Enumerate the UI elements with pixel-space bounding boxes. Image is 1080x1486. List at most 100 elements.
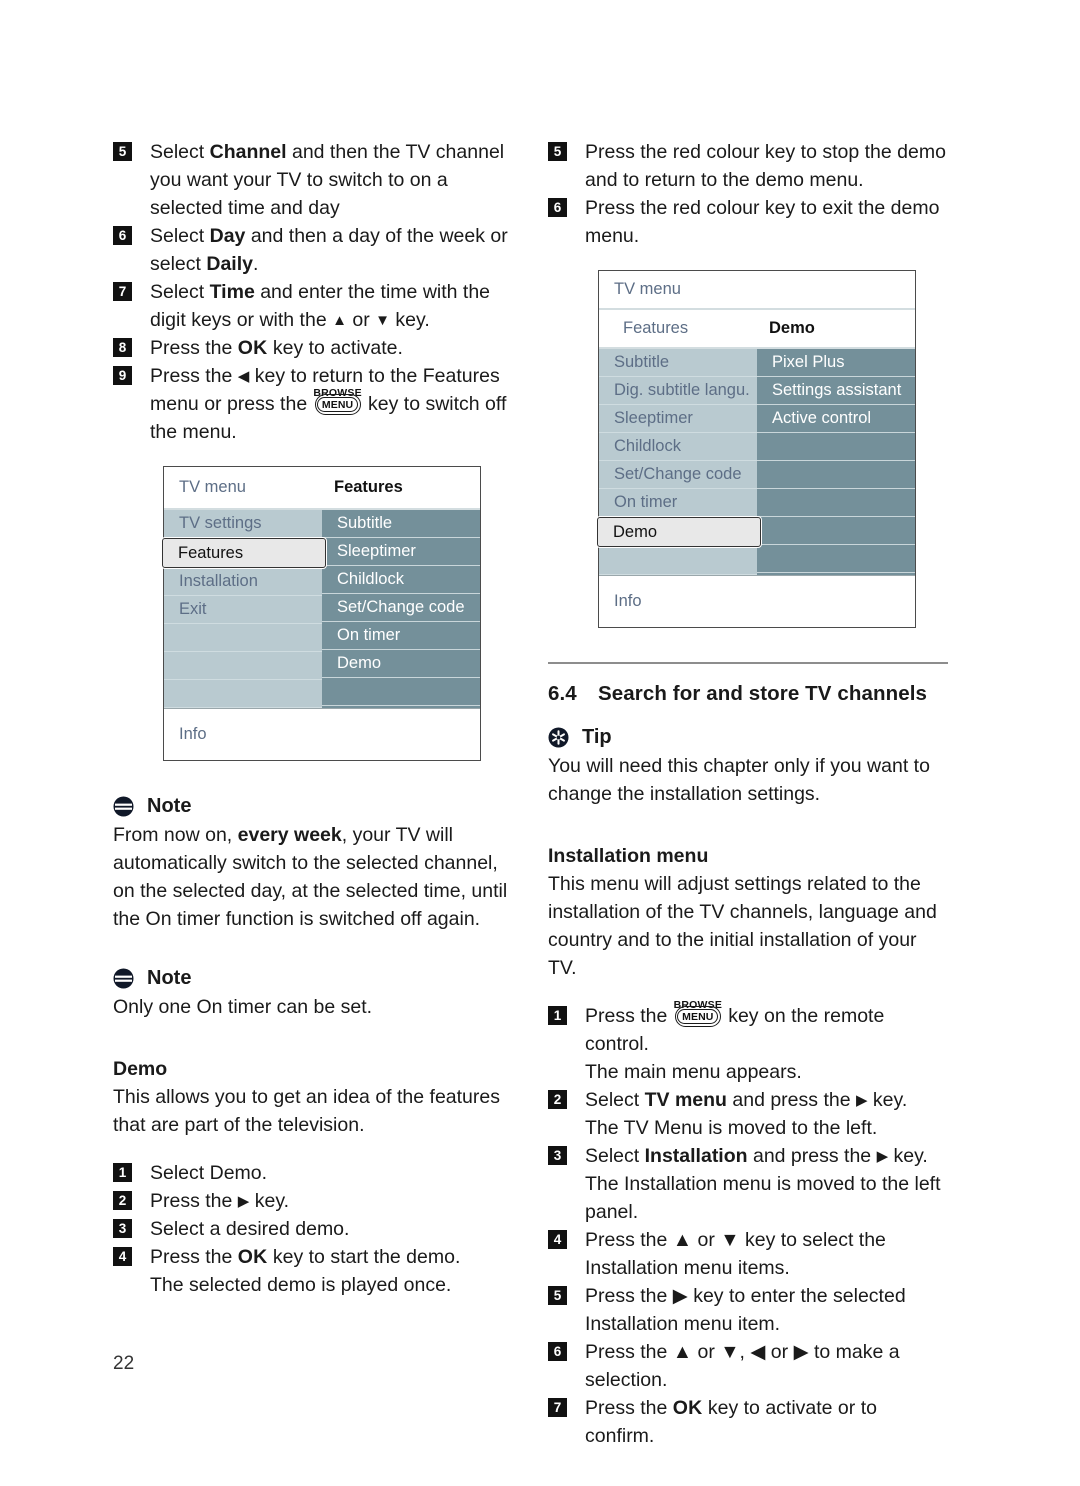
up-arrow-icon: ▲: [332, 312, 347, 329]
step-subtext: selection.: [585, 1369, 668, 1391]
step-text: Press the red colour key to stop the dem…: [585, 141, 946, 191]
tv-menu-item[interactable]: Set/Change code: [322, 594, 480, 622]
step-item: 3 Select a desired demo.: [113, 1215, 513, 1243]
tv-menu-item[interactable]: Subtitle: [322, 510, 480, 538]
tv-menu-item-empty: [757, 545, 915, 573]
step-item: 5 Select Channel and then the TV channel…: [113, 138, 513, 222]
step-number: 3: [113, 1219, 132, 1238]
step-subtext: Installation menu item.: [585, 1313, 781, 1335]
tv-menu-left-panel: TV settings Features Installation Exit: [162, 510, 326, 708]
tip-icon: [548, 727, 569, 748]
section-divider: [548, 662, 948, 664]
emphasis-time: Time: [209, 281, 255, 303]
step-text-pre: Press the: [150, 1246, 238, 1268]
menu-browse-key-icon: BROWSE MENU: [313, 387, 362, 415]
tv-menu-item[interactable]: Demo: [322, 650, 480, 678]
emphasis-tv-menu: TV menu: [644, 1089, 727, 1111]
tv-menu-info-footer: Info: [164, 708, 480, 760]
section-number: 6.4: [548, 682, 577, 705]
step-subtext: Installation menu items.: [585, 1257, 790, 1279]
step-number: 3: [548, 1146, 567, 1165]
down-arrow-icon: ▼: [375, 312, 390, 329]
step-text: Press the ▲ or ▼, ◀ or ▶ to make a: [585, 1341, 900, 1363]
step-subtext: The selected demo is played once.: [150, 1274, 452, 1296]
emphasis-channel: Channel: [209, 141, 287, 163]
step-number: 2: [113, 1191, 132, 1210]
tv-menu-header-top: TV menu: [599, 271, 915, 308]
step-item: 4 Press the ▲ or ▼ key to select the: [548, 1226, 948, 1254]
tv-menu-item-empty: [757, 461, 915, 489]
tv-menu-item-selected[interactable]: Demo: [597, 517, 761, 547]
note-icon: [113, 796, 134, 817]
step-text-post: key.: [888, 1145, 928, 1167]
step-text-pre: Press the: [150, 1190, 238, 1212]
installation-heading: Installation menu: [548, 845, 709, 867]
tv-menu-item[interactable]: Active control: [757, 405, 915, 433]
step-item: 1 Press the BROWSE MENU key on the remote…: [548, 999, 948, 1058]
tip-body: You will need this chapter only if you w…: [548, 755, 930, 805]
section-title-text: Search for and store TV channels: [598, 682, 928, 705]
step-text-post: key to start the demo.: [267, 1246, 461, 1268]
tv-menu-item[interactable]: Subtitle: [599, 349, 757, 377]
section-heading: 6.4 Search for and store TV channels: [548, 682, 948, 706]
note-body-pre: From now on,: [113, 824, 238, 846]
step-subtext: The main menu appears.: [585, 1061, 802, 1083]
tv-menu-item[interactable]: Set/Change code: [599, 461, 757, 489]
tv-menu-item[interactable]: Sleeptimer: [322, 538, 480, 566]
step-item: 5 Press the ▶ key to enter the selected: [548, 1282, 948, 1310]
tv-menu-item[interactable]: Sleeptimer: [599, 405, 757, 433]
tv-menu-title: TV menu: [179, 478, 246, 496]
tv-menu-item[interactable]: Installation: [164, 568, 322, 596]
demo-steps: 1 Select Demo. 2 Press the ▶ key. 3 Sele…: [113, 1159, 513, 1271]
step-item: 6 Press the ▲ or ▼, ◀ or ▶ to make a: [548, 1338, 948, 1366]
tv-menu-item-empty: [599, 547, 757, 575]
tv-menu-header-sub: Features Demo: [599, 310, 915, 347]
tv-menu-item-empty: [322, 678, 480, 706]
tv-menu-right-panel: Subtitle Sleeptimer Childlock Set/Change…: [322, 510, 480, 708]
step-text: Select a desired demo.: [150, 1218, 350, 1240]
tv-menu-item[interactable]: Childlock: [322, 566, 480, 594]
step-item: 8 Press the OK key to activate.: [113, 334, 513, 362]
tv-menu-right-panel: Pixel Plus Settings assistant Active con…: [757, 349, 915, 575]
menu-key-label: MENU: [677, 1008, 719, 1025]
note-body-1: From now on, every week, your TV will au…: [113, 821, 513, 933]
tv-menu-body: Subtitle Dig. subtitle langu. Sleeptimer…: [597, 349, 915, 575]
step-text: Press the ▲ or ▼ key to select the: [585, 1229, 886, 1251]
right-steps-top: 5 Press the red colour key to stop the d…: [548, 138, 948, 250]
note-icon: [113, 968, 134, 989]
tv-menu-item[interactable]: TV settings: [164, 510, 322, 538]
tv-menu-demo: TV menu Features Demo Subtitle Dig. subt…: [597, 270, 916, 628]
tv-menu-left-panel: Subtitle Dig. subtitle langu. Sleeptimer…: [597, 349, 761, 575]
tv-menu-item-empty: [757, 433, 915, 461]
tv-menu-item[interactable]: Childlock: [599, 433, 757, 461]
step-item: 2 Press the ▶ key.: [113, 1187, 513, 1215]
step-item: 2 Select TV menu and press the ▶ key.: [548, 1086, 948, 1114]
step-text: Press the ▶ key to enter the selected: [585, 1285, 906, 1307]
tv-menu-item-selected[interactable]: Features: [162, 538, 326, 568]
tv-menu-item[interactable]: Dig. subtitle langu.: [599, 377, 757, 405]
tv-menu-item[interactable]: Pixel Plus: [757, 349, 915, 377]
tv-menu-item[interactable]: Settings assistant: [757, 377, 915, 405]
ok-key-label: OK: [237, 337, 268, 359]
step-item: 7 Select Time and enter the time with th…: [113, 278, 513, 334]
left-arrow-icon: ◀: [237, 368, 250, 385]
note-body-2: Only one On timer can be set.: [113, 996, 373, 1018]
tv-menu-item-empty: [757, 489, 915, 517]
step-text-post: key.: [867, 1089, 908, 1111]
tv-menu-item[interactable]: On timer: [599, 489, 757, 517]
tv-menu-info-footer: Info: [599, 575, 915, 627]
tv-menu-item[interactable]: On timer: [322, 622, 480, 650]
tv-menu-item[interactable]: Exit: [164, 596, 322, 624]
step-number: 1: [113, 1163, 132, 1182]
step-item: 4 Press the OK key to start the demo.: [113, 1243, 513, 1271]
right-arrow-icon: ▶: [855, 1092, 868, 1109]
step-number: 6: [548, 198, 567, 217]
tv-menu-item-empty: [164, 624, 322, 652]
tv-menu-subtitle: Features: [334, 478, 403, 496]
step-number: 6: [548, 1342, 567, 1361]
step-text-pre: Select: [585, 1145, 645, 1167]
step-text-pre: Press the: [585, 1005, 673, 1027]
step-item: 6 Press the red colour key to exit the d…: [548, 194, 948, 250]
emphasis-installation: Installation: [644, 1145, 748, 1167]
tv-menu-item-empty: [164, 680, 322, 708]
